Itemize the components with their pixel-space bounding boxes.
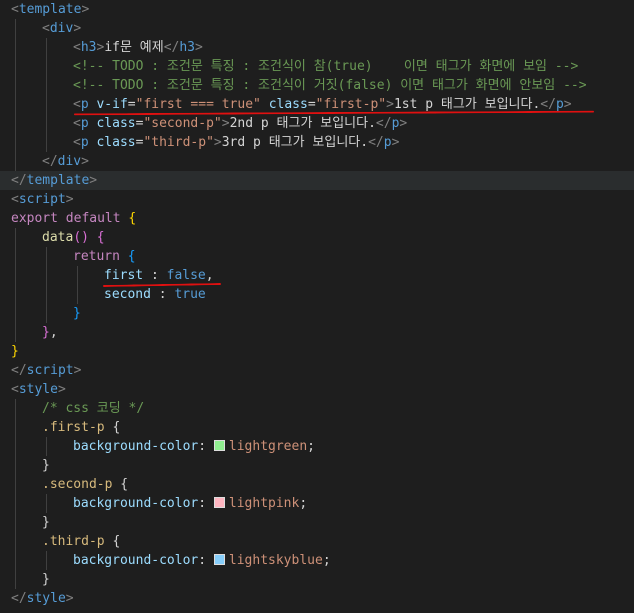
selector-third-p: .third-p xyxy=(42,534,105,549)
attr-class-value: first-p xyxy=(323,97,379,112)
code-line: <script> xyxy=(11,192,74,207)
css-comment: /* css 코딩 */ xyxy=(42,401,145,416)
keyword-default: default xyxy=(65,211,121,226)
comment-true: <!-- TODO : 조건문 특징 : 조건식이 참(true) 이면 태그가… xyxy=(73,59,579,74)
code-line: second : true xyxy=(0,285,634,304)
color-swatch-lightskyblue[interactable] xyxy=(213,554,225,565)
color-swatch-lightpink[interactable] xyxy=(213,497,225,508)
v-if-value: first === true xyxy=(143,97,254,112)
attr-class-value: second-p xyxy=(151,116,214,131)
attr-class: class xyxy=(96,116,136,131)
code-line: background-color: lightskyblue; xyxy=(0,551,634,570)
code-line: background-color: lightgreen; xyxy=(0,437,634,456)
code-line: <template> xyxy=(11,2,90,17)
v-if-directive: v-if xyxy=(96,97,128,112)
code-line: <div> xyxy=(0,19,634,38)
code-line: } xyxy=(0,513,634,532)
code-line: } xyxy=(11,344,19,359)
code-line: <p class="third-p">3rd p 태그가 보입니다.</p> xyxy=(0,133,634,152)
attr-class: class xyxy=(96,135,136,150)
tag-p-close: p xyxy=(555,97,564,112)
code-line: <h3>if문 예제</h3> xyxy=(0,38,634,57)
code-line: first : false, xyxy=(0,266,634,285)
tag-div-open: div xyxy=(49,21,74,36)
color-swatch-lightgreen[interactable] xyxy=(213,440,225,451)
tag-script-close: script xyxy=(26,363,74,378)
p-text: 1st p 태그가 보입니다. xyxy=(393,97,541,112)
code-line-current: </template> xyxy=(0,171,634,190)
code-line: </div> xyxy=(0,152,634,171)
p-text: 3rd p 태그가 보입니다. xyxy=(221,135,369,150)
code-line: <p class="second-p">2nd p 태그가 보입니다.</p> xyxy=(0,114,634,133)
function-data: data xyxy=(42,230,74,245)
tag-style-close: style xyxy=(26,591,66,606)
css-value: lightpink xyxy=(228,496,300,511)
keyword-return: return xyxy=(73,249,120,264)
code-line: } xyxy=(0,456,634,475)
keyword-export: export xyxy=(11,211,58,226)
code-line: </style> xyxy=(11,591,74,606)
css-value: lightgreen xyxy=(228,439,308,454)
value-false: false xyxy=(166,268,206,283)
code-line: </script> xyxy=(11,363,82,378)
attr-class: class xyxy=(268,97,308,112)
code-line: .third-p { xyxy=(0,532,634,551)
code-line: <!-- TODO : 조건문 특징 : 조건식이 참(true) 이면 태그가… xyxy=(0,57,634,76)
selector-first-p: .first-p xyxy=(42,420,105,435)
tag-h3: h3 xyxy=(80,40,97,55)
value-true: true xyxy=(174,287,206,302)
tag-template-close: template xyxy=(26,173,90,188)
code-line: <style> xyxy=(11,382,66,397)
comment-false: <!-- TODO : 조건문 특징 : 조건식이 거짓(false) 이면 태… xyxy=(73,78,587,93)
prop-second: second xyxy=(104,287,151,302)
css-value: lightskyblue xyxy=(228,553,323,568)
code-line: } xyxy=(0,570,634,589)
css-property: background-color xyxy=(73,553,199,568)
tag-script-open: script xyxy=(18,192,66,207)
tag-h3-close: h3 xyxy=(179,40,195,55)
code-line: /* css 코딩 */ xyxy=(0,399,634,418)
code-line: <!-- TODO : 조건문 특징 : 조건식이 거짓(false) 이면 태… xyxy=(0,76,634,95)
code-line: export default { xyxy=(11,211,137,226)
code-line: .second-p { xyxy=(0,475,634,494)
css-property: background-color xyxy=(73,496,199,511)
tag-template-open: template xyxy=(18,2,82,17)
prop-first: first xyxy=(104,268,144,283)
code-editor[interactable]: <template> <div> <h3>if문 예제</h3> <!-- TO… xyxy=(0,0,634,613)
code-line: .first-p { xyxy=(0,418,634,437)
code-line: data() { xyxy=(0,228,634,247)
tag-p: p xyxy=(80,97,89,112)
tag-style-open: style xyxy=(18,382,58,397)
h3-text: if문 예제 xyxy=(104,40,164,55)
code-line: return { xyxy=(0,247,634,266)
tag-p-close: p xyxy=(383,135,392,150)
tag-p: p xyxy=(80,135,89,150)
css-property: background-color xyxy=(73,439,199,454)
attr-class-value: third-p xyxy=(151,135,207,150)
code-line: background-color: lightpink; xyxy=(0,494,634,513)
tag-p: p xyxy=(80,116,89,131)
p-text: 2nd p 태그가 보입니다. xyxy=(229,116,376,131)
code-line: } xyxy=(0,304,634,323)
tag-div-close: div xyxy=(57,154,82,169)
selector-second-p: .second-p xyxy=(42,477,113,492)
code-line: }, xyxy=(0,323,634,342)
